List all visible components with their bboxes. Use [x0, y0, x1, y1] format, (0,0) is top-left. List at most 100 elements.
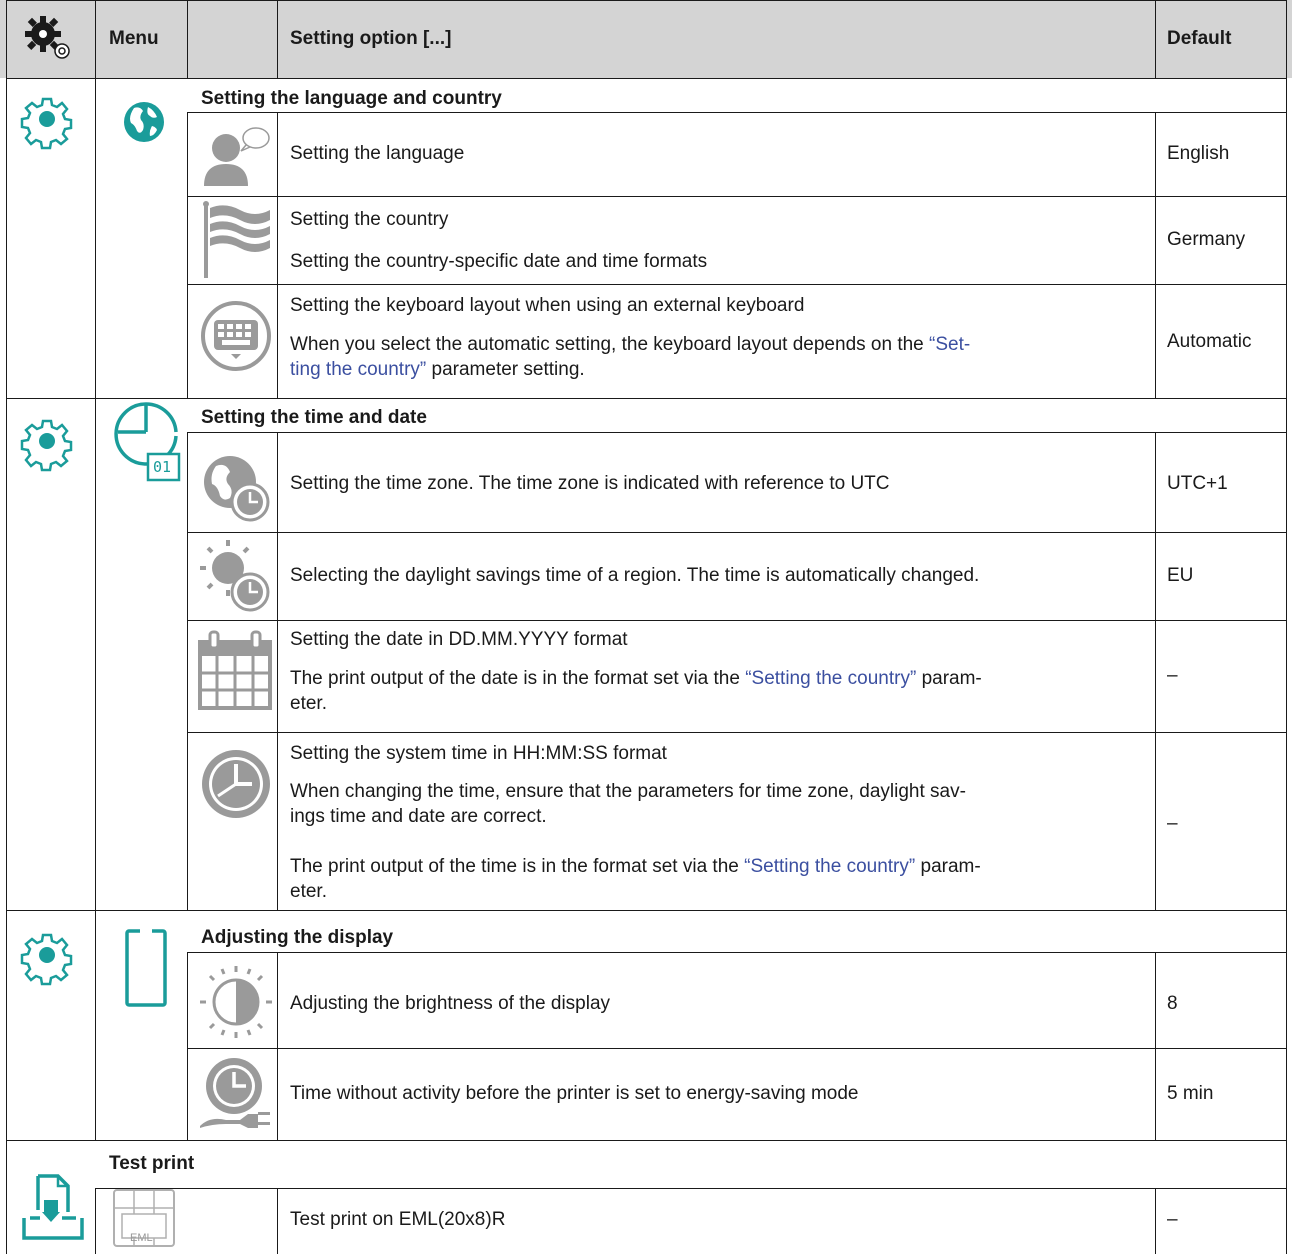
keyboard-line2-text: When you select the automatic setting, t…	[290, 334, 930, 355]
grid-line	[1286, 0, 1287, 1254]
systime-line2: When changing the time, ensure that the …	[290, 781, 966, 802]
dst-default: EU	[1167, 565, 1194, 586]
grid-line	[6, 398, 1286, 399]
grid-line	[95, 1188, 96, 1254]
date-line2-text: The print output of the date is in the f…	[290, 668, 746, 689]
brightness-default: 8	[1167, 993, 1178, 1014]
date-line2-end: param-	[916, 668, 982, 689]
systime-default: –	[1167, 813, 1178, 834]
country-line2: Setting the country-specific date and ti…	[290, 251, 708, 272]
test-print-default: –	[1167, 1209, 1178, 1230]
display-icon	[125, 929, 167, 1007]
grid-line	[277, 1188, 278, 1254]
grid-line	[277, 0, 278, 78]
grid-line	[6, 910, 1286, 911]
grid-line	[187, 1048, 1286, 1049]
grid-line	[187, 732, 1286, 733]
grid-line	[1155, 432, 1156, 910]
clock-calendar-icon	[114, 402, 181, 482]
grid-line	[1155, 952, 1156, 1140]
user-speech-icon	[204, 127, 270, 186]
section-title-language: Setting the language and country	[201, 88, 502, 109]
keyboard-line1: Setting the keyboard layout when using a…	[290, 295, 805, 316]
grid-line	[6, 78, 1286, 79]
section-title-time: Setting the time and date	[201, 407, 427, 428]
time-zone-icon	[204, 456, 270, 522]
keyboard-link-part1[interactable]: “Set-	[929, 334, 970, 355]
grid-line	[187, 620, 1286, 621]
section-title-display: Adjusting the display	[201, 927, 394, 948]
grid-line	[187, 196, 1286, 197]
header-menu: Menu	[109, 28, 159, 49]
gear-outline-icon	[20, 97, 73, 150]
time-zone-text: Setting the time zone. The time zone is …	[290, 473, 890, 494]
energy-text: Time without activity before the printer…	[290, 1083, 859, 1104]
date-line2: The print output of the date is in the f…	[290, 667, 982, 691]
settings-table: Menu Setting option [...] Default Settin…	[0, 0, 1292, 1254]
date-line3: eter.	[290, 693, 327, 714]
grid-line	[6, 0, 1286, 1]
keyboard-default: Automatic	[1167, 331, 1252, 352]
date-line1: Setting the date in DD.MM.YYYY format	[290, 629, 628, 650]
energy-saving-icon	[200, 1058, 270, 1128]
grid-line	[187, 432, 188, 910]
country-line1: Setting the country	[290, 209, 449, 230]
grid-line	[187, 112, 1286, 113]
systime-line4-end: param-	[915, 856, 981, 877]
test-print-text: Test print on EML(20x8)R	[290, 1209, 506, 1230]
grid-line	[187, 532, 1286, 533]
grid-line	[277, 432, 278, 910]
grid-line	[6, 1140, 1286, 1141]
grid-line	[277, 112, 278, 398]
grid-line	[1155, 1188, 1156, 1254]
keyboard-line2: When you select the automatic setting, t…	[290, 333, 970, 357]
keyboard-line3: ting the country” parameter setting.	[290, 358, 585, 382]
header-row	[0, 0, 1292, 78]
section-title-test: Test print	[109, 1153, 195, 1174]
daylight-savings-icon	[200, 540, 270, 612]
systime-line4: The print output of the time is in the f…	[290, 855, 981, 879]
language-default: English	[1167, 143, 1230, 164]
systime-country-link[interactable]: “Setting the country”	[744, 856, 915, 877]
gear-outline-icon	[20, 419, 73, 472]
calendar-day-number: 01	[153, 458, 172, 476]
grid-line	[95, 1188, 1286, 1189]
systime-line5: eter.	[290, 881, 327, 902]
keyboard-link-part2[interactable]: ting the country”	[290, 359, 426, 380]
dst-text: Selecting the daylight savings time of a…	[290, 565, 980, 586]
globe-icon	[124, 102, 164, 142]
grid-line	[187, 284, 1286, 285]
grid-line	[187, 432, 1286, 433]
grid-line	[277, 952, 278, 1140]
brightness-icon	[200, 966, 272, 1038]
systime-line3: ings time and date are correct.	[290, 806, 547, 827]
eml-label-text: EML	[130, 1232, 153, 1244]
keyboard-icon	[201, 301, 271, 371]
gear-outline-icon	[20, 933, 73, 986]
header-setting-option: Setting option [...]	[290, 28, 452, 49]
keyboard-line3-text: parameter setting.	[426, 359, 585, 380]
grid-line	[6, 0, 7, 1254]
grid-line	[1155, 0, 1156, 78]
grid-line	[187, 0, 188, 78]
country-default: Germany	[1167, 229, 1246, 250]
grid-line	[187, 112, 188, 398]
date-default: –	[1167, 665, 1178, 686]
calendar-icon	[198, 630, 272, 710]
grid-line	[95, 0, 96, 1140]
test-print-icon	[22, 1174, 84, 1240]
clock-icon	[202, 750, 270, 818]
flag-icon	[203, 201, 270, 278]
brightness-text: Adjusting the brightness of the display	[290, 993, 611, 1014]
systime-line4-text: The print output of the time is in the f…	[290, 856, 745, 877]
settings-gear-icon	[25, 16, 70, 59]
systime-line1: Setting the system time in HH:MM:SS form…	[290, 743, 667, 764]
energy-default: 5 min	[1167, 1083, 1214, 1104]
grid-line	[187, 952, 188, 1140]
header-default: Default	[1167, 28, 1232, 49]
grid-line	[187, 952, 1286, 953]
language-text: Setting the language	[290, 143, 465, 164]
date-country-link[interactable]: “Setting the country”	[745, 668, 916, 689]
time-zone-default: UTC+1	[1167, 473, 1228, 494]
grid-line	[1155, 112, 1156, 398]
